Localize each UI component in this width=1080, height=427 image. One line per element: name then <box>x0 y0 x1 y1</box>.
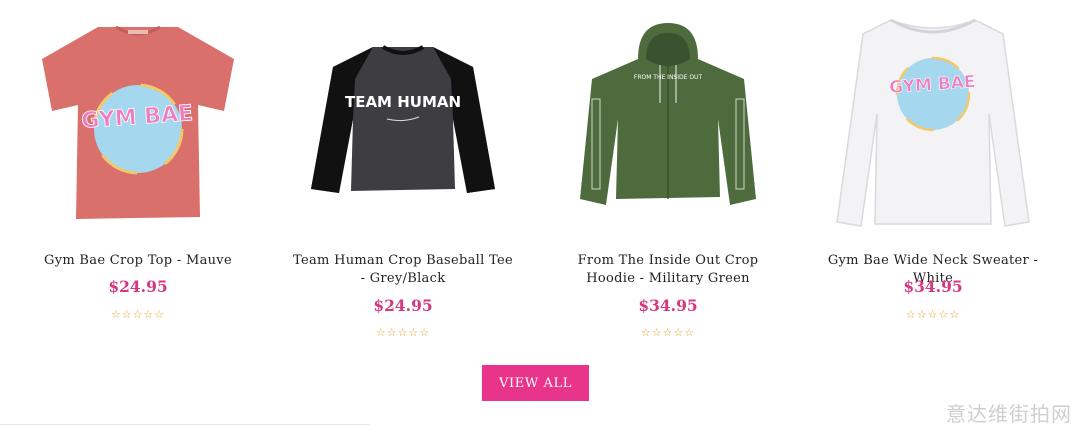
rating-stars: ☆☆☆☆☆ <box>110 308 166 321</box>
product-card[interactable]: GYM BAE Gym Bae Wide Neck Sweater - Whit… <box>800 0 1066 345</box>
product-image[interactable]: TEAM HUMAN <box>270 8 536 240</box>
product-card[interactable]: FROM THE INSIDE OUT From The Inside Out … <box>535 0 801 345</box>
view-all-button[interactable]: VIEW ALL <box>482 365 589 401</box>
crop-top-mauve-image: GYM BAE <box>42 25 234 219</box>
watermark: 意达维街拍网 <box>946 402 1072 426</box>
product-grid: GYM BAE Gym Bae Crop Top - Mauve $24.95 … <box>0 0 1080 350</box>
product-name[interactable]: Gym Bae Crop Top - Mauve <box>25 252 251 270</box>
product-card[interactable]: GYM BAE Gym Bae Crop Top - Mauve $24.95 … <box>5 0 271 345</box>
rating-stars: ☆☆☆☆☆ <box>905 308 961 321</box>
rating-stars: ☆☆☆☆☆ <box>640 326 696 339</box>
sweater-white-image: GYM BAE <box>836 18 1030 227</box>
product-image[interactable]: GYM BAE <box>5 8 271 240</box>
product-image[interactable]: FROM THE INSIDE OUT <box>535 8 801 240</box>
product-price: $34.95 <box>638 296 698 315</box>
hoodie-green-image: FROM THE INSIDE OUT <box>580 23 756 205</box>
product-name[interactable]: Team Human Crop Baseball Tee - Grey/Blac… <box>290 252 516 288</box>
product-price: $24.95 <box>108 277 168 296</box>
product-price: $34.95 <box>903 277 963 296</box>
product-name[interactable]: From The Inside Out Crop Hoodie - Milita… <box>555 252 781 288</box>
baseball-tee-image: TEAM HUMAN <box>311 45 495 193</box>
product-card[interactable]: TEAM HUMAN Team Human Crop Baseball Tee … <box>270 0 536 345</box>
divider <box>0 424 370 425</box>
rating-stars: ☆☆☆☆☆ <box>375 326 431 339</box>
product-image[interactable]: GYM BAE <box>800 8 1066 240</box>
graphic-text: TEAM HUMAN <box>345 93 461 111</box>
product-price: $24.95 <box>373 296 433 315</box>
graphic-text: FROM THE INSIDE OUT <box>634 74 703 81</box>
